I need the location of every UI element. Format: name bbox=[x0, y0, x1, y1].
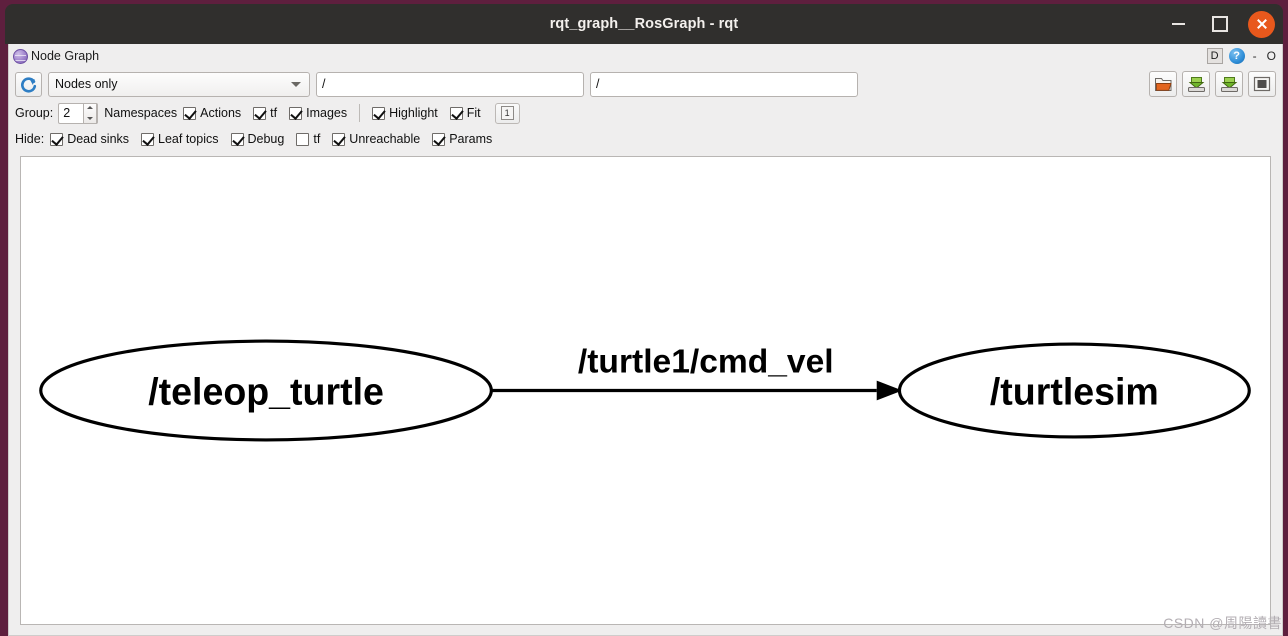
hide-tf-checkbox[interactable]: tf bbox=[296, 132, 320, 146]
dock-close-button[interactable]: O bbox=[1265, 49, 1278, 63]
tf-checkbox[interactable]: tf bbox=[253, 106, 277, 120]
checkbox-box bbox=[141, 132, 155, 146]
checkbox-box bbox=[253, 106, 267, 120]
window-controls bbox=[1164, 4, 1275, 44]
dock-minimize-button[interactable]: - bbox=[1251, 49, 1259, 63]
node-label: /turtlesim bbox=[990, 370, 1159, 412]
highlight-label: Highlight bbox=[389, 106, 438, 120]
refresh-button[interactable] bbox=[15, 71, 42, 97]
save-dot-icon bbox=[1187, 76, 1205, 92]
maximize-window-button[interactable] bbox=[1206, 10, 1234, 38]
chevron-down-icon bbox=[291, 82, 301, 87]
hide-params-label: Params bbox=[449, 132, 493, 146]
namespaces-label: Namespaces bbox=[104, 106, 178, 120]
refresh-icon bbox=[21, 76, 37, 93]
group-label: Group: bbox=[15, 106, 54, 120]
image-icon bbox=[1253, 76, 1271, 92]
window-title: rqt_graph__RosGraph - rqt bbox=[549, 16, 739, 32]
load-dot-button[interactable] bbox=[1149, 71, 1177, 97]
hide-tf-label: tf bbox=[313, 132, 321, 146]
node-filter-value: / bbox=[322, 77, 326, 91]
hide-unreachable-checkbox[interactable]: Unreachable bbox=[332, 132, 420, 146]
title-bar: rqt_graph__RosGraph - rqt bbox=[5, 4, 1283, 44]
highlight-checkbox[interactable]: Highlight bbox=[372, 106, 438, 120]
graph-node-turtlesim[interactable]: /turtlesim bbox=[897, 342, 1251, 439]
minimize-window-button[interactable] bbox=[1164, 10, 1192, 38]
checkbox-box bbox=[296, 132, 310, 146]
dock-title-group: Node Graph bbox=[13, 48, 100, 64]
zoom-level-value: 1 bbox=[500, 106, 514, 120]
spinner-arrows[interactable] bbox=[83, 102, 98, 124]
hide-leaf-topics-label: Leaf topics bbox=[158, 132, 219, 146]
fit-checkbox[interactable]: Fit bbox=[449, 106, 481, 120]
dock-widget-header: Node Graph D ? - O bbox=[9, 44, 1282, 68]
actions-label: Actions bbox=[200, 106, 242, 120]
hide-unreachable-label: Unreachable bbox=[349, 132, 421, 146]
actions-checkbox[interactable]: Actions bbox=[183, 106, 241, 120]
save-image-button[interactable] bbox=[1215, 71, 1243, 97]
group-value: 2 bbox=[63, 106, 71, 120]
ros-node-graph: /turtle1/cmd_vel /teleop_turtle /turtles… bbox=[39, 339, 1251, 442]
group-spinbox[interactable]: 2 bbox=[58, 102, 99, 124]
hide-debug-label: Debug bbox=[247, 132, 285, 146]
graph-edge-cmd-vel[interactable]: /turtle1/cmd_vel bbox=[492, 344, 903, 401]
checkbox-box bbox=[432, 132, 446, 146]
dock-header-buttons: D ? - O bbox=[1206, 44, 1278, 68]
checkbox-box bbox=[332, 132, 346, 146]
checkbox-box bbox=[289, 106, 303, 120]
help-icon[interactable]: ? bbox=[1228, 48, 1245, 64]
checkbox-box bbox=[50, 132, 64, 146]
graph-canvas[interactable]: /turtle1/cmd_vel /teleop_turtle /turtles… bbox=[20, 156, 1271, 625]
checkbox-box bbox=[183, 106, 197, 120]
fit-label: Fit bbox=[466, 106, 481, 120]
tf-label: tf bbox=[270, 106, 278, 120]
hide-debug-checkbox[interactable]: Debug bbox=[230, 132, 285, 146]
graph-options-row: Group: 2 Namespaces Actions tf Images Hi… bbox=[9, 100, 1282, 126]
hide-label: Hide: bbox=[15, 132, 45, 146]
graph-node-teleop-turtle[interactable]: /teleop_turtle bbox=[39, 339, 493, 442]
node-filter-input[interactable]: / bbox=[316, 71, 584, 97]
watermark-text: CSDN @周陽讀書 bbox=[1163, 615, 1282, 631]
hide-dead-sinks-checkbox[interactable]: Dead sinks bbox=[50, 132, 129, 146]
save-dot-button[interactable] bbox=[1182, 71, 1210, 97]
hide-dead-sinks-label: Dead sinks bbox=[67, 132, 130, 146]
topic-filter-input[interactable]: / bbox=[590, 71, 858, 97]
toolbar-separator bbox=[359, 104, 361, 122]
topic-filter-value: / bbox=[596, 77, 600, 91]
checkbox-box bbox=[449, 106, 463, 120]
globe-icon bbox=[13, 48, 28, 64]
client-area: Node Graph D ? - O Nodes only / / Group:… bbox=[8, 44, 1283, 636]
images-checkbox[interactable]: Images bbox=[289, 106, 347, 120]
toolbar-right-buttons bbox=[1149, 68, 1276, 100]
node-label: /teleop_turtle bbox=[148, 370, 384, 412]
fit-in-view-button[interactable] bbox=[1248, 71, 1276, 97]
graph-type-select[interactable]: Nodes only bbox=[48, 71, 310, 97]
checkbox-box bbox=[230, 132, 244, 146]
application-window: rqt_graph__RosGraph - rqt Node Graph D ?… bbox=[0, 0, 1288, 636]
dock-detach-button[interactable]: D bbox=[1206, 48, 1223, 64]
graph-toolbar: Nodes only / / bbox=[9, 68, 1282, 100]
hide-leaf-topics-checkbox[interactable]: Leaf topics bbox=[141, 132, 219, 146]
edge-label: /turtle1/cmd_vel bbox=[578, 344, 834, 381]
images-label: Images bbox=[306, 106, 348, 120]
save-image-icon bbox=[1220, 76, 1238, 92]
zoom-reset-button[interactable]: 1 bbox=[494, 102, 520, 124]
checkbox-box bbox=[372, 106, 386, 120]
folder-open-icon bbox=[1154, 77, 1172, 91]
hide-options-row: Hide: Dead sinks Leaf topics Debug tf Un… bbox=[9, 126, 1282, 152]
close-window-button[interactable] bbox=[1248, 10, 1275, 38]
hide-params-checkbox[interactable]: Params bbox=[432, 132, 492, 146]
dock-title-label: Node Graph bbox=[31, 49, 100, 63]
graph-type-value: Nodes only bbox=[55, 77, 118, 91]
